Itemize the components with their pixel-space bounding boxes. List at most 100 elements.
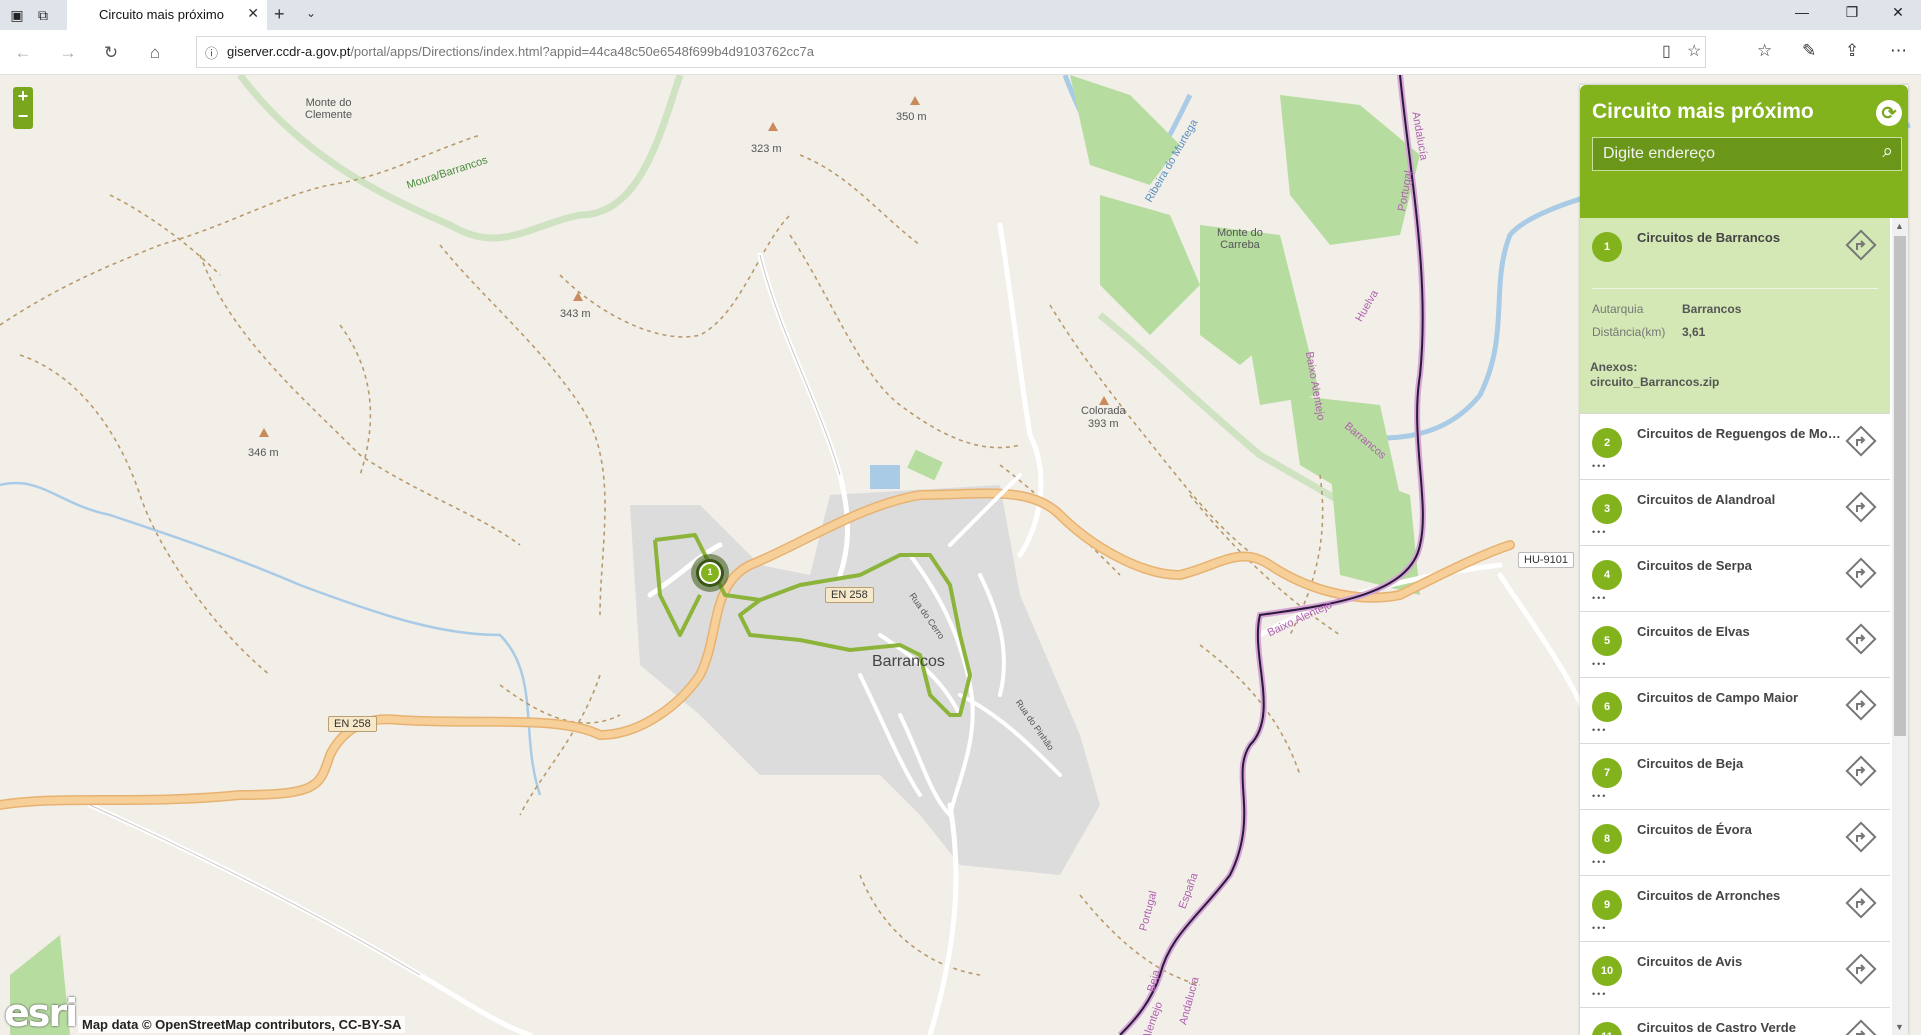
back-icon[interactable]: ←: [12, 42, 34, 64]
item-number: 8: [1592, 824, 1622, 854]
reading-view-icon[interactable]: ▯: [1662, 41, 1671, 61]
address-search-input[interactable]: [1601, 144, 1865, 164]
window-close-icon[interactable]: ✕: [1883, 4, 1913, 21]
more-dots-icon[interactable]: •••: [1592, 725, 1607, 735]
panel-title: Circuito mais próximo: [1592, 100, 1814, 123]
item-name: Circuitos de Serpa: [1637, 558, 1752, 573]
item-number: 10: [1592, 956, 1622, 986]
distancia-label: Distância(km): [1592, 325, 1666, 339]
label-en258-b: EN 258: [328, 716, 377, 732]
scroll-down-icon[interactable]: ▼: [1895, 1022, 1904, 1032]
panel-scrollbar[interactable]: ▲ ▼: [1892, 218, 1908, 1035]
panel-header: Circuito mais próximo ⟳ ⌕: [1580, 85, 1908, 218]
divider: [1592, 288, 1878, 289]
info-icon[interactable]: ⓘ: [205, 43, 218, 62]
zoom-out-button[interactable]: −: [13, 107, 33, 127]
anexos-label: Anexos:: [1590, 360, 1638, 374]
label-monte-clemente: Monte do Clemente: [305, 97, 353, 121]
list-item[interactable]: 2 Circuitos de Reguengos de Monsaraz •••: [1580, 414, 1890, 480]
tab-actions-icon[interactable]: ▣: [8, 6, 26, 24]
tab-active[interactable]: Circuito mais próximo ✕: [67, 0, 267, 30]
list-item[interactable]: 6 Circuitos de Campo Maior •••: [1580, 678, 1890, 744]
more-dots-icon[interactable]: •••: [1592, 857, 1607, 867]
scroll-thumb[interactable]: [1894, 236, 1906, 736]
refresh-icon[interactable]: ↻: [100, 42, 122, 64]
address-bar[interactable]: ⓘ giserver.ccdr-a.gov.pt/portal/apps/Dir…: [196, 36, 1706, 68]
favorite-star-icon[interactable]: ☆: [1687, 41, 1701, 61]
more-icon[interactable]: ⋯: [1890, 41, 1907, 61]
more-dots-icon[interactable]: •••: [1592, 593, 1607, 603]
list-item[interactable]: 7 Circuitos de Beja •••: [1580, 744, 1890, 810]
chevron-down-icon[interactable]: ⌄: [306, 6, 316, 20]
list-item[interactable]: 4 Circuitos de Serpa •••: [1580, 546, 1890, 612]
search-icon[interactable]: ⌕: [1882, 141, 1893, 163]
more-dots-icon[interactable]: •••: [1592, 989, 1607, 999]
route-icon[interactable]: [1844, 490, 1878, 524]
item-name: Circuitos de Avis: [1637, 954, 1743, 969]
item-name: Circuitos de Alandroal: [1637, 492, 1776, 507]
url-path: /portal/apps/Directions/index.html?appid…: [350, 44, 814, 59]
route-icon[interactable]: [1844, 228, 1878, 262]
tab-close-icon[interactable]: ✕: [247, 5, 259, 22]
more-dots-icon[interactable]: •••: [1592, 659, 1607, 669]
url-host: giserver.ccdr-a.gov.pt: [227, 44, 351, 59]
address-url[interactable]: giserver.ccdr-a.gov.pt/portal/apps/Direc…: [227, 44, 814, 59]
list-item[interactable]: 9 Circuitos de Arronches •••: [1580, 876, 1890, 942]
list-item[interactable]: 5 Circuitos de Elvas •••: [1580, 612, 1890, 678]
search-box: ⌕: [1592, 137, 1902, 171]
label-elev-343: 343 m: [560, 308, 591, 320]
zoom-control: + −: [13, 87, 33, 129]
home-icon[interactable]: ⌂: [144, 42, 166, 64]
label-hu9101: HU-9101: [1518, 552, 1575, 568]
route-icon[interactable]: [1844, 820, 1878, 854]
more-dots-icon[interactable]: •••: [1592, 527, 1607, 537]
pen-icon[interactable]: ✎: [1802, 41, 1816, 61]
list-item-selected[interactable]: 1 Circuitos de Barrancos Autarquia Barra…: [1580, 218, 1890, 414]
zoom-in-button[interactable]: +: [13, 87, 33, 107]
route-icon[interactable]: [1844, 886, 1878, 920]
browser-tabbar: ▣ ⧉ Circuito mais próximo ✕ + ⌄ — ❐ ✕: [0, 0, 1921, 30]
item-number: 7: [1592, 758, 1622, 788]
share-icon[interactable]: ⇪: [1845, 41, 1859, 61]
route-icon[interactable]: [1844, 1018, 1878, 1035]
locate-icon[interactable]: ⟳: [1876, 100, 1902, 126]
more-dots-icon[interactable]: •••: [1592, 923, 1607, 933]
list-item[interactable]: 3 Circuitos de Alandroal •••: [1580, 480, 1890, 546]
item-name: Circuitos de Beja: [1637, 756, 1744, 771]
more-dots-icon[interactable]: •••: [1592, 461, 1607, 471]
anexos-link[interactable]: circuito_Barrancos.zip: [1590, 375, 1719, 389]
distancia-value: 3,61: [1682, 325, 1706, 339]
route-icon[interactable]: [1844, 952, 1878, 986]
list-item[interactable]: 11Circuitos de Castro Verde•••: [1580, 1008, 1890, 1035]
list-item[interactable]: 8 Circuitos de Évora •••: [1580, 810, 1890, 876]
minimize-icon[interactable]: —: [1787, 4, 1817, 20]
map-attribution: Map data © OpenStreetMap contributors, C…: [78, 1016, 406, 1033]
forward-icon[interactable]: →: [57, 42, 79, 64]
route-icon[interactable]: [1844, 688, 1878, 722]
item-number: 9: [1592, 890, 1622, 920]
item-number: 5: [1592, 626, 1622, 656]
tabs-aside-icon[interactable]: ⧉: [34, 6, 52, 24]
list-item[interactable]: 10 Circuitos de Avis •••: [1580, 942, 1890, 1008]
favorites-hub-icon[interactable]: ☆: [1757, 41, 1772, 61]
new-tab-icon[interactable]: +: [274, 4, 285, 25]
route-icon[interactable]: [1844, 556, 1878, 590]
item-name: Circuitos de Castro Verde: [1637, 1020, 1796, 1035]
item-number: 2: [1592, 428, 1622, 458]
label-monte-carreba: Monte do Carreba: [1217, 227, 1263, 251]
map-marker-number[interactable]: 1: [700, 567, 720, 577]
circuits-list: 1 Circuitos de Barrancos Autarquia Barra…: [1580, 218, 1890, 1035]
label-colorada: Colorada: [1081, 405, 1126, 417]
label-barrancos-town: Barrancos: [872, 653, 945, 670]
directions-panel: Circuito mais próximo ⟳ ⌕ 1 Circuitos de…: [1580, 85, 1908, 1035]
more-dots-icon[interactable]: •••: [1592, 791, 1607, 801]
item-number: 1: [1592, 232, 1622, 262]
maximize-icon[interactable]: ❐: [1837, 4, 1867, 21]
item-name: Circuitos de Évora: [1637, 822, 1752, 837]
route-icon[interactable]: [1844, 754, 1878, 788]
tab-title: Circuito mais próximo: [99, 7, 224, 22]
route-icon[interactable]: [1844, 424, 1878, 458]
esri-logo: esri: [4, 991, 78, 1035]
scroll-up-icon[interactable]: ▲: [1895, 221, 1904, 231]
route-icon[interactable]: [1844, 622, 1878, 656]
